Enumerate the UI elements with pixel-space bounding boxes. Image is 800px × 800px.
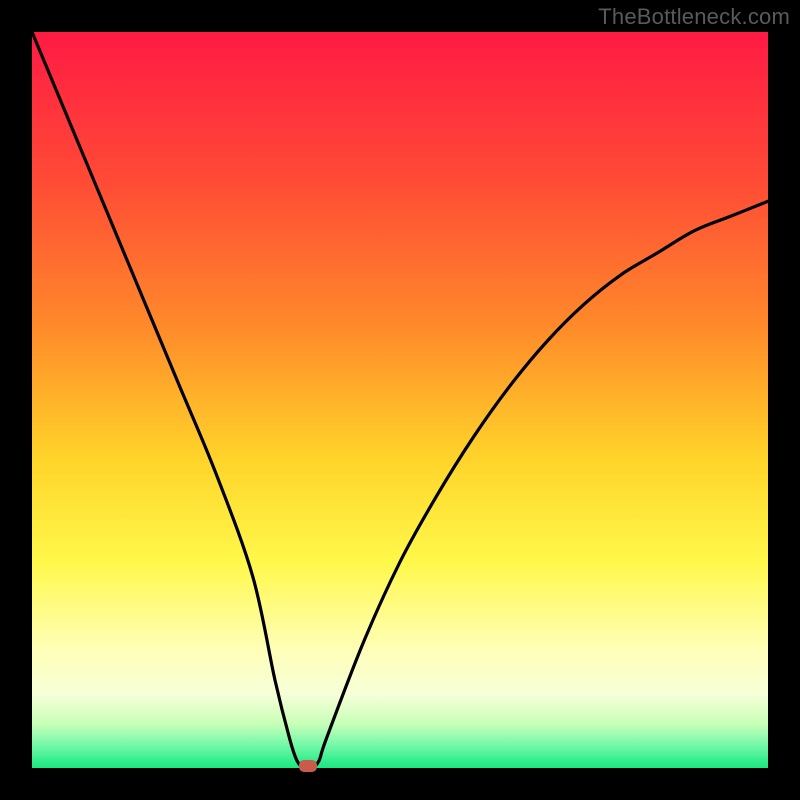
plot-background: [32, 32, 768, 768]
optimal-marker: [299, 760, 317, 772]
watermark-text: TheBottleneck.com: [598, 4, 790, 30]
chart-frame: TheBottleneck.com: [0, 0, 800, 800]
bottleneck-chart: [0, 0, 800, 800]
